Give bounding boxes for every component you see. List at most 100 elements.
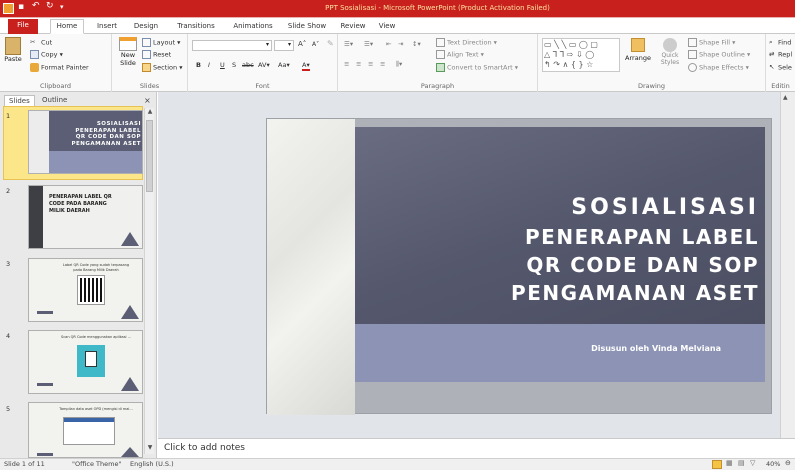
redo-icon[interactable]: ↻	[46, 1, 57, 12]
smartart-icon	[436, 63, 445, 72]
thumbnail-scrollbar[interactable]: ▲ ▼	[144, 108, 154, 454]
copy-button[interactable]: Copy ▾	[30, 50, 63, 59]
replace-button[interactable]: ⇄ Repl	[769, 50, 792, 59]
italic-button[interactable]: I	[208, 61, 210, 69]
theme-name: "Office Theme"	[72, 460, 122, 468]
tab-view[interactable]: View	[372, 20, 402, 34]
font-color-button[interactable]: A▾	[302, 61, 310, 71]
paint-bucket-icon	[688, 38, 697, 47]
new-slide-button[interactable]: New Slide	[115, 37, 141, 77]
thumbnail-number: 5	[6, 405, 11, 413]
arrange-button[interactable]: Arrange	[624, 38, 652, 72]
tab-transitions[interactable]: Transitions	[170, 20, 222, 34]
scroll-thumb	[146, 120, 153, 192]
smartart-button[interactable]: Convert to SmartArt ▾	[436, 63, 518, 72]
paste-button[interactable]: Paste	[4, 37, 22, 63]
reset-button[interactable]: Reset	[142, 50, 171, 59]
thumbnail-caption: Scan QR Code menggunakan aplikasi ...	[61, 335, 131, 339]
shapes-gallery[interactable]: ▭ ╲ ╲ ▭ ◯ ▢ △ ⅂ ⅂ ⇨ ⇩ ◯ ↰ ↷ ∧ { } ☆	[542, 38, 620, 72]
main-slide[interactable]: SOSIALISASI PENERAPAN LABEL QR CODE DAN …	[266, 118, 772, 415]
shrink-font-button[interactable]: A˅	[312, 41, 319, 48]
thumbnail-caption: Label QR Code yang sudah terpasang pada B…	[62, 263, 130, 272]
triangle-decoration	[121, 377, 139, 391]
underline-button[interactable]: U	[220, 61, 225, 69]
slide-thumbnail-1[interactable]: SOSIALISASI PENERAPAN LABEL QR CODE DAN SO…	[28, 110, 143, 174]
slide-subtitle[interactable]: Disusun oleh Vinda Melviana	[591, 344, 721, 353]
columns-icon[interactable]: ⫼▾	[396, 60, 402, 69]
text-direction-icon	[436, 38, 445, 47]
quick-styles-button[interactable]: Quick Styles	[656, 38, 684, 72]
slides-group-label: Slides	[139, 82, 160, 90]
clear-format-icon[interactable]: ✎	[327, 39, 334, 48]
tab-animations[interactable]: Animations	[226, 20, 280, 34]
paragraph-group-label: Paragraph	[420, 82, 455, 90]
font-size-combo[interactable]: ▾	[274, 40, 294, 51]
copy-icon	[30, 50, 39, 59]
tab-review[interactable]: Review	[336, 20, 370, 34]
editor-scrollbar[interactable]: ▲	[780, 92, 795, 438]
thumbnail-number: 1	[6, 112, 11, 120]
scroll-up-icon: ▲	[783, 94, 788, 101]
numbering-icon[interactable]: ☰▾	[364, 40, 373, 48]
language[interactable]: English (U.S.)	[130, 460, 174, 468]
ribbon-tabs: File Home Insert Design Transitions Anim…	[0, 18, 795, 34]
line-spacing-icon[interactable]: ↕▾	[412, 40, 421, 48]
shape-fill-button[interactable]: Shape Fill ▾	[688, 38, 735, 47]
slide-thumbnail-2[interactable]: PENERAPAN LABEL QR CODE PADA BARANG MILIK …	[28, 185, 143, 249]
bold-button[interactable]: B	[196, 61, 201, 69]
qr-code-image	[77, 275, 105, 305]
align-left-icon[interactable]: ≡	[344, 60, 349, 68]
tab-insert[interactable]: Insert	[90, 20, 124, 34]
find-button[interactable]: ⌕ Find	[769, 38, 791, 47]
slideshow-icon[interactable]: ▽	[750, 459, 755, 467]
tab-home[interactable]: Home	[50, 19, 84, 34]
change-case-button[interactable]: Aa▾	[278, 61, 290, 69]
save-icon[interactable]: ▪	[18, 2, 29, 13]
reading-view-icon[interactable]: ▤	[738, 459, 745, 467]
select-button[interactable]: ↖ Sele	[769, 63, 792, 72]
slide-title[interactable]: SOSIALISASI PENERAPAN LABEL QR CODE DAN …	[355, 127, 759, 324]
cut-button[interactable]: ✂ Cut	[30, 38, 52, 47]
align-right-icon[interactable]: ≡	[368, 60, 373, 68]
tab-file[interactable]: File	[8, 19, 38, 34]
strikethrough-button[interactable]: abc	[242, 61, 254, 69]
text-direction-button[interactable]: Text Direction ▾	[436, 38, 497, 47]
font-name-combo[interactable]: ▾	[192, 40, 272, 51]
section-button[interactable]: Section ▾	[142, 63, 183, 72]
undo-icon[interactable]: ↶	[32, 1, 43, 12]
tab-design[interactable]: Design	[128, 20, 164, 34]
grow-font-button[interactable]: A˄	[298, 40, 306, 48]
screenshot-image	[63, 417, 115, 445]
shape-outline-button[interactable]: Shape Outline ▾	[688, 50, 750, 59]
tab-slide-show[interactable]: Slide Show	[282, 20, 332, 34]
layout-button[interactable]: Layout ▾	[142, 38, 180, 47]
paragraph-group: ☰▾ ☰▾ ⇤ ⇥ ↕▾ ≡ ≡ ≡ ≡ ⫼▾ Text Direction ▾…	[338, 34, 538, 92]
slide-sorter-icon[interactable]: ▦	[726, 459, 733, 467]
phone-scan-image	[77, 345, 105, 377]
normal-view-icon[interactable]	[712, 460, 722, 469]
notes-placeholder: Click to add notes	[164, 443, 245, 453]
character-spacing-button[interactable]: AV▾	[258, 61, 270, 69]
increase-indent-icon[interactable]: ⇥	[398, 40, 403, 48]
align-text-button[interactable]: Align Text ▾	[436, 50, 484, 59]
shadow-button[interactable]: S	[232, 61, 236, 69]
slide-thumbnail-3[interactable]: Label QR Code yang sudah terpasang pada B…	[28, 258, 143, 322]
notes-pane[interactable]: Click to add notes	[158, 438, 795, 458]
triangle-decoration	[121, 447, 139, 457]
customize-quick-access-icon[interactable]: ▾	[60, 3, 71, 14]
decrease-indent-icon[interactable]: ⇤	[386, 40, 391, 48]
ribbon: Paste ✂ Cut Copy ▾ Format Painter Clipboa…	[0, 34, 795, 92]
paste-label: Paste	[4, 55, 22, 63]
zoom-level[interactable]: 40%	[766, 460, 780, 468]
slide-thumbnail-4[interactable]: Scan QR Code menggunakan aplikasi ...	[28, 330, 143, 394]
slide-thumbnail-5[interactable]: Tampilan data aset OPD (mengisi di mai..…	[28, 402, 143, 458]
zoom-out-icon[interactable]: ⊖	[785, 459, 791, 467]
triangle-decoration	[121, 305, 139, 319]
slide-count: Slide 1 of 11	[4, 460, 45, 468]
bullets-icon[interactable]: ☰▾	[344, 40, 353, 48]
format-painter-button[interactable]: Format Painter	[30, 63, 89, 72]
justify-icon[interactable]: ≡	[380, 60, 385, 68]
align-center-icon[interactable]: ≡	[356, 60, 361, 68]
editing-group-label: Editin	[771, 82, 790, 90]
shape-effects-button[interactable]: Shape Effects ▾	[688, 63, 749, 72]
